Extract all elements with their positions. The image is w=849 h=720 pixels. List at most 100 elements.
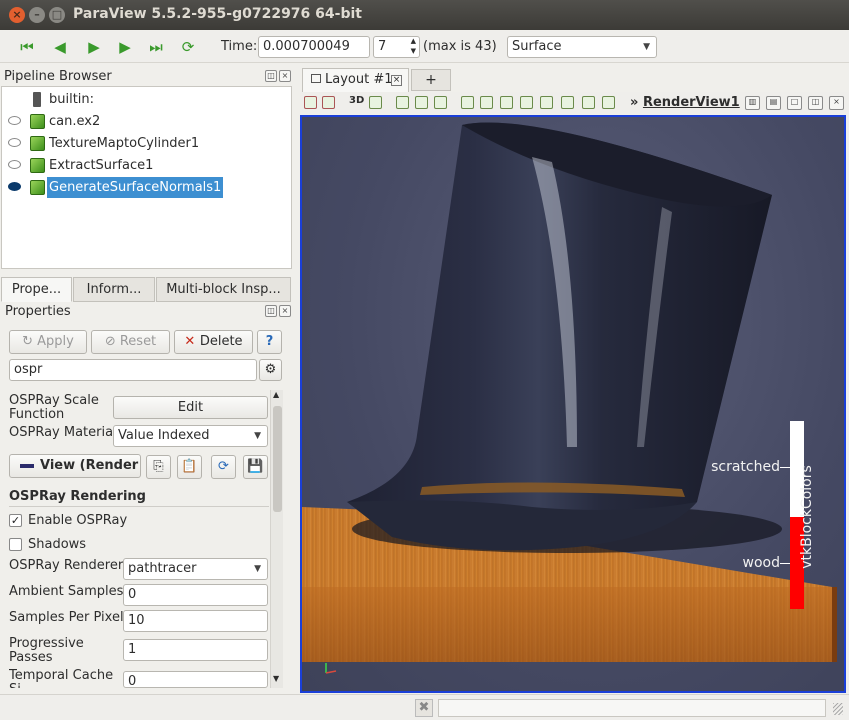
play-icon[interactable]: ▶	[83, 37, 105, 57]
reset-button[interactable]: ⊘ Reset	[91, 330, 170, 354]
close-view-icon[interactable]: ×	[829, 96, 844, 110]
grow-selection-icon[interactable]	[520, 96, 533, 109]
temporal-cache-label: Temporal Cache Si	[9, 669, 114, 688]
double-chevron-icon: »	[630, 95, 643, 110]
interactive-select-icon[interactable]	[480, 96, 493, 109]
loop-icon[interactable]: ⟳	[177, 37, 199, 57]
shrink-selection-icon[interactable]	[540, 96, 553, 109]
representation-select[interactable]: Surface ▼	[507, 36, 657, 58]
polygon-select-icon[interactable]	[561, 96, 574, 109]
scrollbar-thumb[interactable]	[273, 406, 282, 512]
close-tab-icon[interactable]: ×	[391, 75, 402, 86]
copy-button[interactable]: ⎘	[146, 455, 171, 479]
tab-multiblock-inspector[interactable]: Multi-block Insp...	[156, 277, 291, 302]
split-vertical-icon[interactable]: ▤	[766, 96, 781, 110]
select-points-icon[interactable]	[415, 96, 428, 109]
spin-arrows-icon[interactable]: ▲ ▼	[411, 37, 416, 56]
maximize-window-button[interactable]: □	[49, 7, 65, 23]
eye-off-icon[interactable]	[8, 160, 21, 169]
first-frame-icon[interactable]: ⏮	[16, 37, 38, 57]
save-default-button[interactable]: 💾	[243, 455, 268, 479]
float-icon[interactable]: ◫	[265, 305, 277, 317]
select-block-icon[interactable]	[461, 96, 474, 109]
enable-ospray-label: Enable OSPRay	[28, 513, 128, 528]
ruler-icon[interactable]	[602, 96, 615, 109]
view-section-toggle[interactable]: View (Render	[9, 454, 141, 478]
view-title: » RenderView1	[630, 95, 740, 110]
scroll-up-icon[interactable]: ▲	[273, 390, 279, 399]
refresh-icon: ⟳	[218, 459, 229, 474]
clear-selection-icon[interactable]	[582, 96, 595, 109]
pipeline-item-builtin[interactable]: builtin:	[2, 89, 291, 110]
view-toolbar: 3D » RenderView1 ▥ ▤ □ ◫ ×	[300, 92, 849, 114]
pipeline-tree: builtin: can.ex2 TextureMaptoCylinder1 E…	[1, 86, 292, 269]
scroll-down-icon[interactable]: ▼	[273, 674, 279, 683]
paste-button[interactable]: 📋	[177, 455, 202, 479]
close-icon[interactable]: ×	[279, 305, 291, 317]
reset-camera-icon[interactable]	[304, 96, 317, 109]
edit-button[interactable]: Edit	[113, 396, 268, 419]
maximize-view-icon[interactable]: □	[787, 96, 802, 110]
add-layout-tab-button[interactable]: +	[411, 69, 451, 91]
reset-icon: ⊘	[104, 334, 120, 349]
pipeline-item-can[interactable]: can.ex2	[2, 111, 291, 132]
status-clear-button[interactable]: ✖	[415, 699, 433, 717]
ambient-samples-input[interactable]: 0	[123, 584, 268, 606]
color-legend: scratched wood vtkBlockColors	[702, 419, 842, 619]
tab-layout-1[interactable]: Layout #1 ×	[302, 68, 409, 92]
pipeline-item-texturemap[interactable]: TextureMaptoCylinder1	[2, 133, 291, 154]
tab-information[interactable]: Inform...	[73, 277, 155, 302]
samples-per-pixel-label: Samples Per Pixel	[9, 610, 124, 625]
time-input[interactable]: 0.000700049	[258, 36, 370, 58]
timestep-value: 7	[378, 39, 387, 54]
float-icon[interactable]: ◫	[265, 70, 277, 82]
layout-tabbar: Layout #1 × +	[300, 68, 849, 92]
chevron-down-icon: ▼	[643, 42, 650, 52]
restore-view-icon[interactable]: ◫	[808, 96, 823, 110]
server-icon	[33, 92, 41, 107]
ospray-material-select[interactable]: Value Indexed ▼	[113, 425, 268, 447]
last-frame-icon[interactable]: ⏭	[145, 37, 167, 57]
properties-search-input[interactable]: ospr	[9, 359, 257, 381]
eye-on-icon[interactable]	[8, 182, 21, 191]
next-frame-icon[interactable]: ▶	[114, 37, 136, 57]
capture-screenshot-icon[interactable]	[369, 96, 382, 109]
split-horizontal-icon[interactable]: ▥	[745, 96, 760, 110]
close-icon[interactable]: ×	[279, 70, 291, 82]
close-window-button[interactable]: ×	[9, 7, 25, 23]
undo-camera-icon[interactable]	[322, 96, 335, 109]
properties-scrollbar[interactable]: ▲ ▼	[270, 390, 283, 688]
render-view[interactable]: scratched wood vtkBlockColors	[300, 115, 846, 693]
progressive-passes-label: Progressive Passes	[9, 636, 84, 665]
apply-button[interactable]: ↻ Apply	[9, 330, 87, 354]
ospray-rendering-heading: OSPRay Rendering	[9, 489, 146, 504]
select-cells-icon[interactable]	[396, 96, 409, 109]
progressive-passes-input[interactable]: 1	[123, 639, 268, 661]
shadows-checkbox[interactable]	[9, 538, 22, 551]
pipeline-browser-title: Pipeline Browser	[4, 69, 112, 84]
previous-frame-icon[interactable]: ◀	[49, 37, 71, 57]
select-frustum-icon[interactable]	[434, 96, 447, 109]
delete-button[interactable]: ✕ Delete	[174, 330, 253, 354]
tab-properties[interactable]: Prope...	[1, 277, 72, 302]
help-button[interactable]: ?	[257, 330, 282, 354]
minimize-window-button[interactable]: –	[29, 7, 45, 23]
pipeline-item-extractsurface[interactable]: ExtractSurface1	[2, 155, 291, 176]
timestep-spinbox[interactable]: 7 ▲ ▼	[373, 36, 420, 58]
pipeline-item-label: can.ex2	[49, 114, 101, 129]
pipeline-item-label: GenerateSurfaceNormals1	[47, 177, 224, 198]
ospray-renderer-select[interactable]: pathtracer ▼	[123, 558, 268, 580]
temporal-cache-input[interactable]: 0	[123, 671, 268, 688]
toggle-3d-button[interactable]: 3D	[349, 95, 364, 106]
advanced-settings-button[interactable]: ⚙	[259, 359, 282, 381]
enable-ospray-checkbox[interactable]: ✓	[9, 514, 22, 527]
restore-default-button[interactable]: ⟳	[211, 455, 236, 479]
pipeline-item-generatenormals[interactable]: GenerateSurfaceNormals1	[2, 177, 291, 198]
resize-grip-icon[interactable]	[833, 703, 843, 715]
samples-per-pixel-input[interactable]: 10	[123, 610, 268, 632]
filter-cube-icon	[30, 158, 45, 173]
hover-points-icon[interactable]	[500, 96, 513, 109]
ambient-samples-label: Ambient Samples	[9, 584, 124, 599]
eye-off-icon[interactable]	[8, 116, 21, 125]
eye-off-icon[interactable]	[8, 138, 21, 147]
